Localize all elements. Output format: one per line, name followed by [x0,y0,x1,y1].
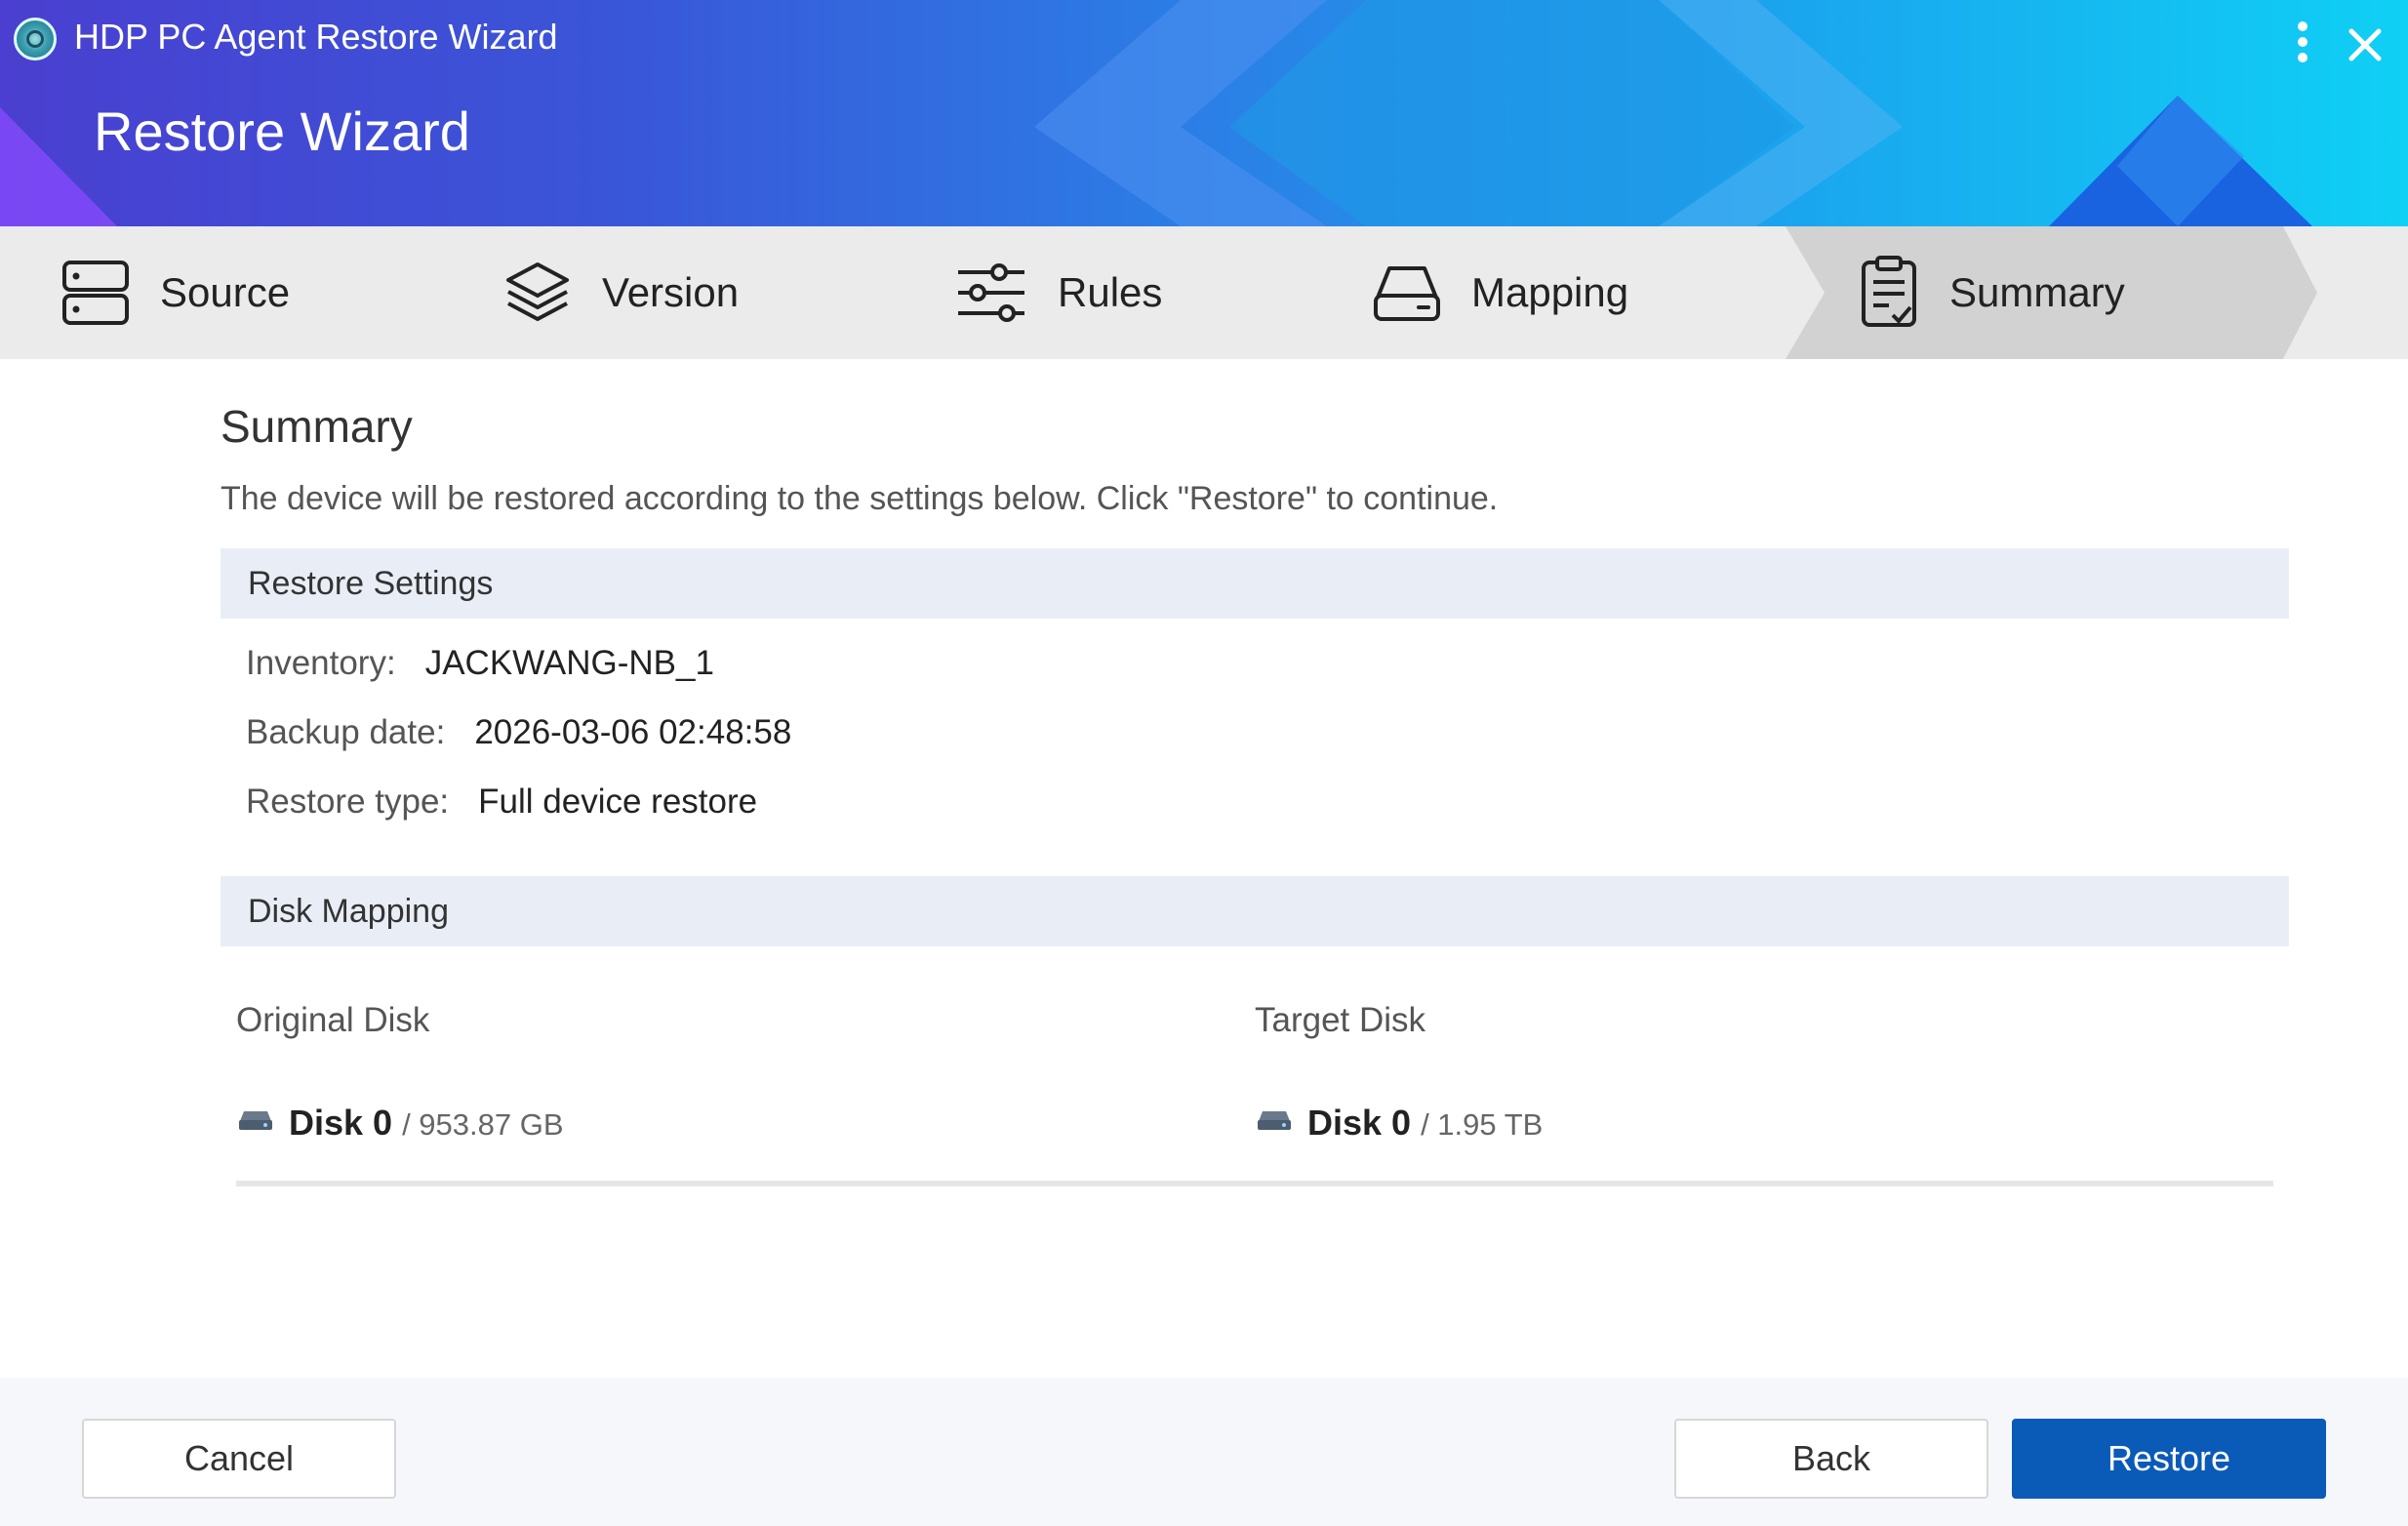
original-disk-row: Disk 0 / 953.87 GB [238,1103,564,1144]
clipboard-check-icon [1862,256,1916,327]
disk-size: / 1.95 TB [1421,1107,1544,1142]
back-button[interactable]: Back [1674,1419,1988,1499]
section-title: Disk Mapping [248,892,449,930]
more-options-icon[interactable] [2291,21,2314,70]
page-title: Summary [221,401,413,452]
cancel-button[interactable]: Cancel [82,1419,396,1499]
step-label: Summary [1949,269,2125,315]
target-disk-column-header: Target Disk [1255,1001,1426,1039]
wizard-steps: Source Version Rules Mapping Summary [0,226,2408,359]
restore-settings-header: Restore Settings [221,548,2289,619]
disk-mapping-header: Disk Mapping [221,876,2289,946]
step-label: Rules [1058,269,1163,315]
step-label: Source [160,269,291,315]
disk-size: / 953.87 GB [402,1107,564,1142]
app-title: HDP PC Agent Restore Wizard [74,17,558,57]
close-icon[interactable] [2342,21,2388,68]
wizard-title: Restore Wizard [94,100,470,162]
page-description: The device will be restored according to… [221,480,1499,517]
disk-name: Disk 0 [289,1103,393,1143]
hard-disk-icon [239,1111,272,1130]
step-summary[interactable]: Summary [1858,226,2125,359]
step-label: Mapping [1471,269,1629,315]
backup-date-value: 2026-03-06 02:48:58 [474,713,792,751]
original-disk-column-header: Original Disk [236,1001,430,1039]
section-title: Restore Settings [248,564,494,602]
restore-type-row: Restore type: Full device restore [246,783,757,822]
drive-icon [1374,266,1440,321]
layers-icon [506,262,569,321]
step-mapping[interactable]: Mapping [1372,226,1628,359]
step-rules[interactable]: Rules [954,226,1162,359]
step-version[interactable]: Version [502,226,739,359]
disk-name: Disk 0 [1307,1103,1412,1143]
backup-date-row: Backup date: 2026-03-06 02:48:58 [246,713,791,752]
restore-type-value: Full device restore [478,783,758,821]
title-bar: HDP PC Agent Restore Wizard Restore Wiza… [0,0,2408,226]
inventory-label: Inventory: [246,644,396,682]
server-icon [62,261,129,325]
hard-disk-icon [1258,1111,1291,1130]
target-disk-row: Disk 0 / 1.95 TB [1257,1103,1543,1144]
divider [236,1181,2273,1186]
inventory-value: JACKWANG-NB_1 [424,644,714,682]
backup-date-label: Backup date: [246,713,446,751]
restore-button[interactable]: Restore [2012,1419,2326,1499]
restore-type-label: Restore type: [246,783,450,821]
step-label: Version [602,269,740,315]
sliders-icon [958,263,1024,322]
step-source[interactable]: Source [60,226,290,359]
app-logo-icon [14,18,57,60]
inventory-row: Inventory: JACKWANG-NB_1 [246,644,714,683]
